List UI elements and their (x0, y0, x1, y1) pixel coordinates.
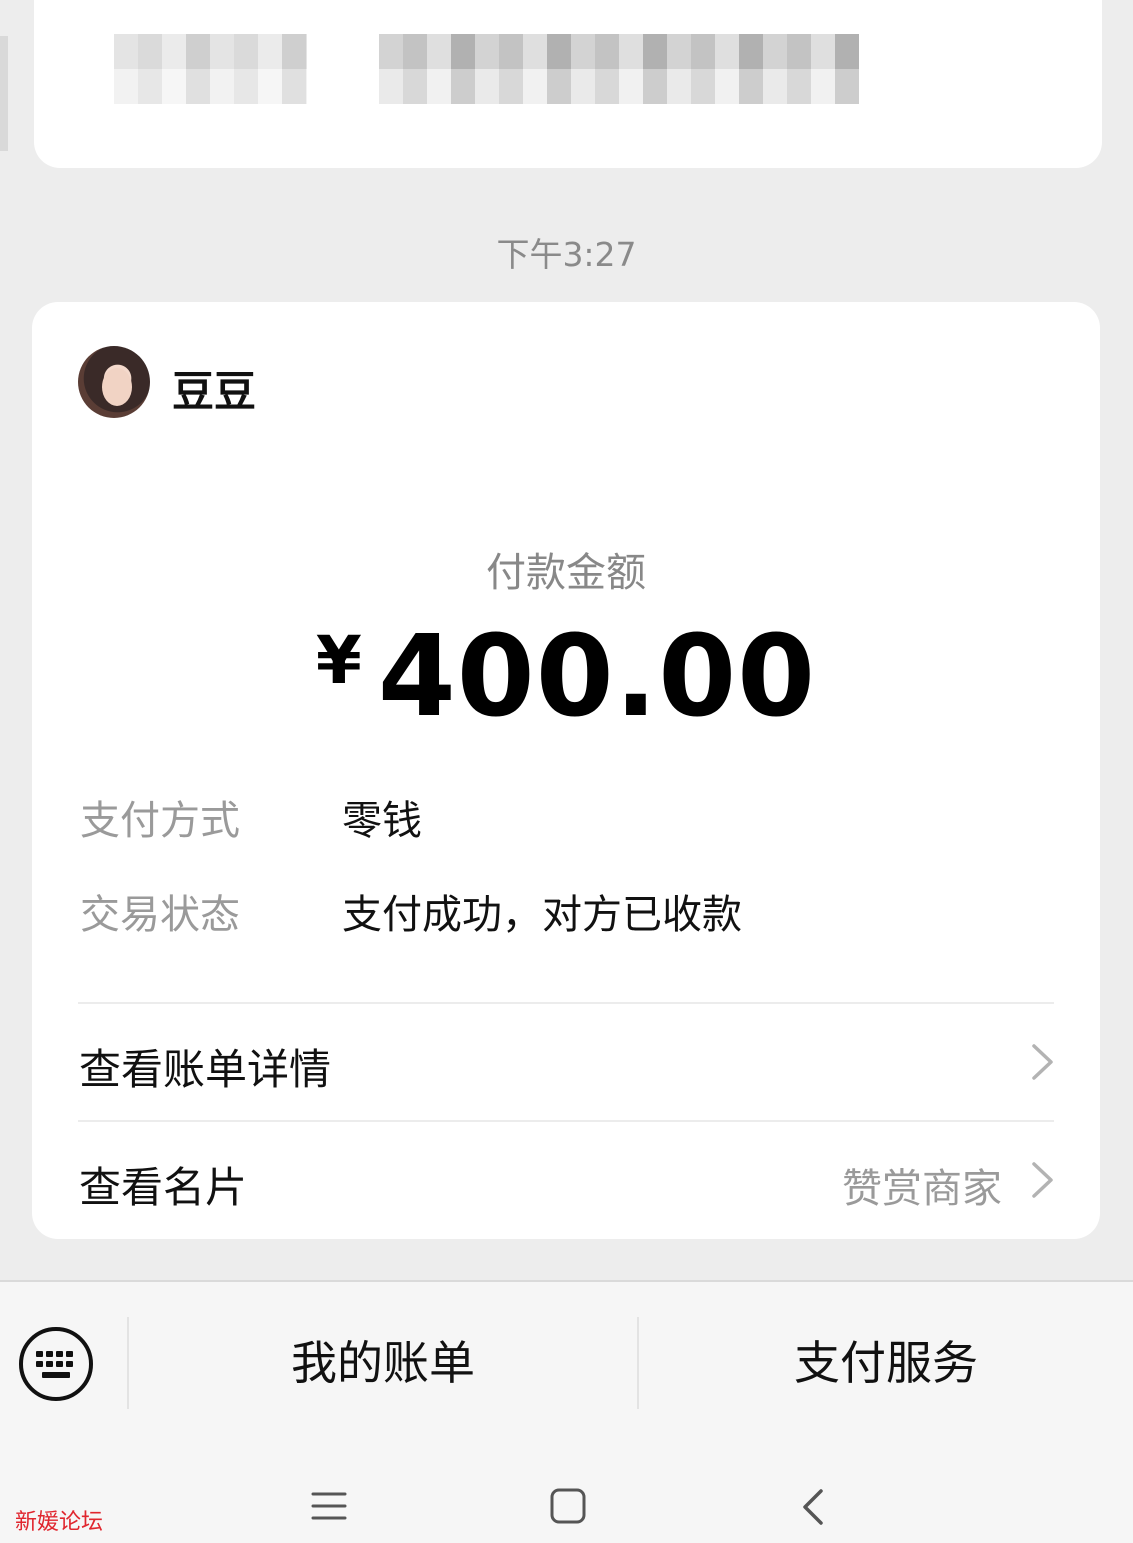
chevron-right-icon (1032, 1044, 1053, 1080)
view-bill-details-link[interactable]: 查看账单详情 (32, 1004, 1100, 1122)
transaction-status-row: 交易状态 支付成功，对方已收款 (80, 882, 742, 940)
back-chevron-icon[interactable] (800, 1487, 826, 1527)
chevron-right-icon (1032, 1162, 1053, 1198)
transaction-status-label: 交易状态 (80, 892, 240, 938)
merchant-tip-hint: 赞赏商家 (842, 1166, 1002, 1212)
amount-label: 付款金额 (486, 550, 646, 596)
system-nav-bar (0, 1445, 1133, 1543)
payment-card[interactable]: 豆豆 付款金额 ¥400.00 支付方式 零钱 交易状态 支付成功，对方已收款 查看… (32, 302, 1100, 1239)
obscured-text-block (379, 34, 859, 104)
payment-method-row: 支付方式 零钱 (80, 788, 422, 846)
payment-method-label: 支付方式 (80, 798, 240, 844)
payee-name: 豆豆 (172, 367, 257, 416)
view-profile-card-link[interactable]: 查看名片 赞赏商家 (32, 1122, 1100, 1239)
payment-amount: 400.00 (377, 612, 817, 742)
obscured-text-block (114, 34, 307, 104)
forum-watermark: 新媛论坛 (15, 1510, 104, 1535)
home-square-icon[interactable] (549, 1487, 587, 1525)
view-profile-card-label: 查看名片 (79, 1163, 248, 1212)
message-timestamp: 下午3:27 (496, 235, 637, 274)
my-bills-button[interactable]: 我的账单 (129, 1282, 637, 1445)
keyboard-icon[interactable] (18, 1326, 94, 1402)
payment-services-button[interactable]: 支付服务 (639, 1282, 1133, 1445)
payment-method-value: 零钱 (342, 798, 422, 844)
view-bill-details-label: 查看账单详情 (79, 1045, 332, 1094)
payee-avatar[interactable] (78, 346, 150, 418)
amount-display: ¥400.00 (32, 612, 1100, 742)
menu-icon[interactable] (310, 1489, 348, 1523)
previous-card-edge (0, 36, 8, 151)
service-menu-bar: 我的账单 支付服务 (0, 1280, 1133, 1447)
currency-symbol: ¥ (315, 622, 362, 699)
transaction-status-value: 支付成功，对方已收款 (342, 892, 742, 938)
previous-message-card (34, 0, 1102, 168)
